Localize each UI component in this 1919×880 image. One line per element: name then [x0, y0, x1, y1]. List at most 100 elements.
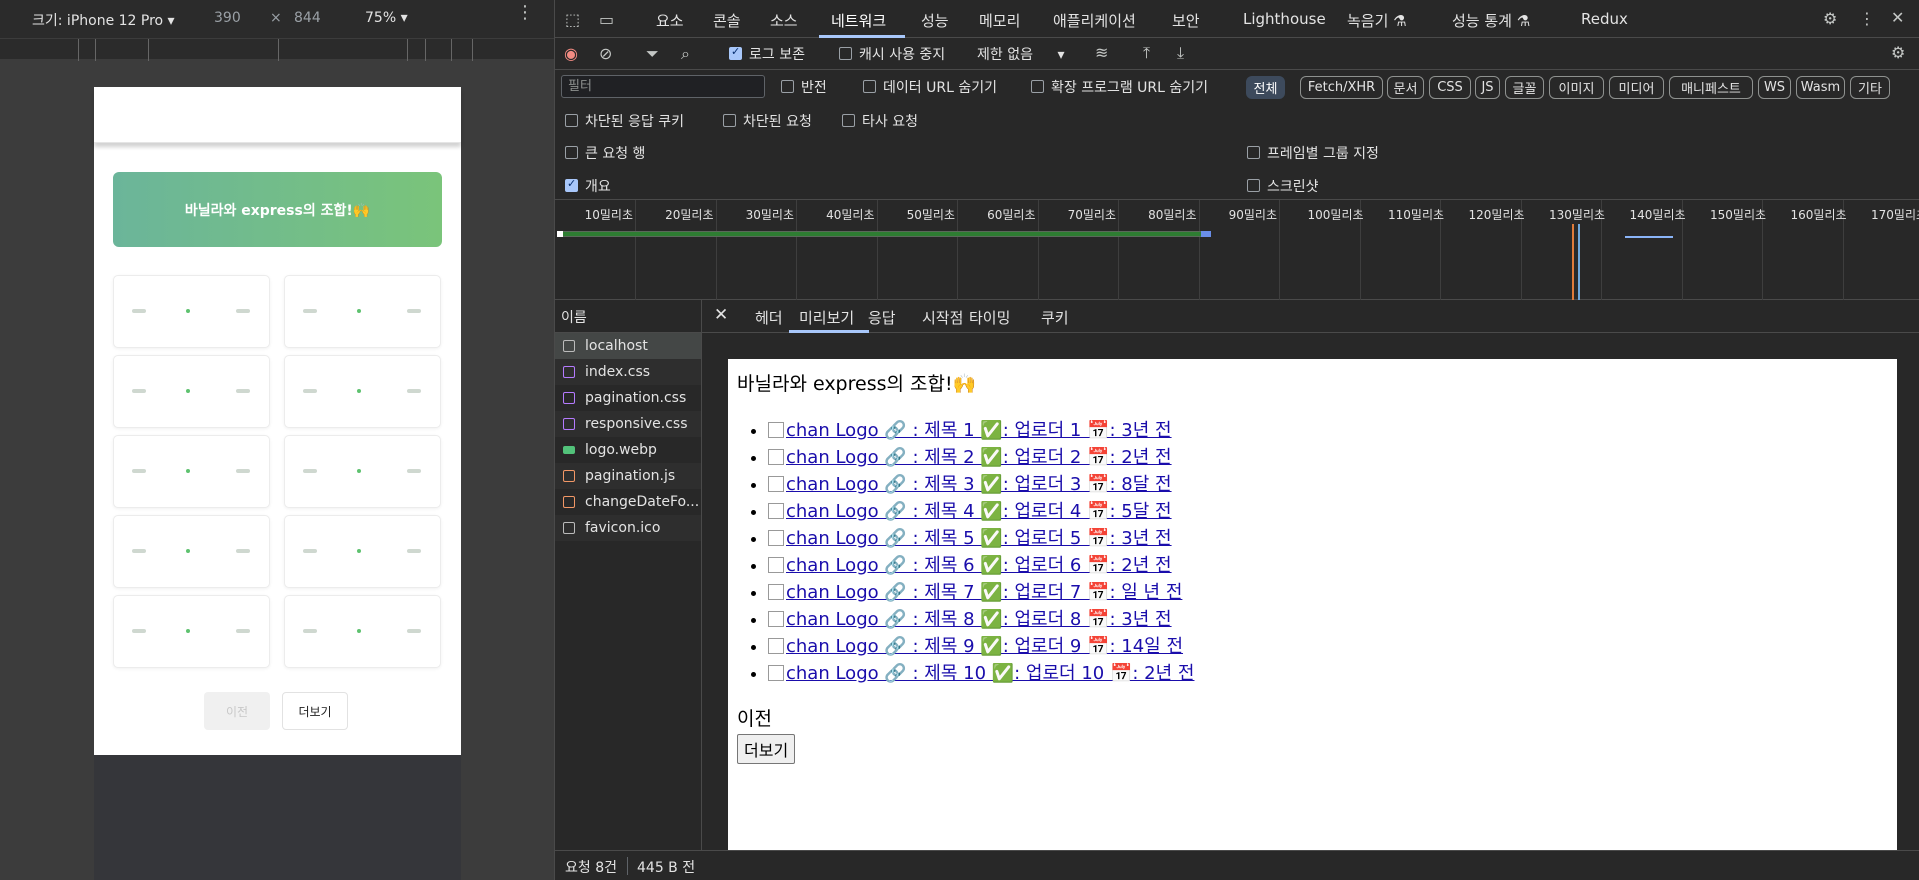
- device-more-options-icon[interactable]: ⋮: [516, 4, 534, 22]
- network-conditions-icon[interactable]: ≋: [1095, 43, 1108, 62]
- network-settings-icon[interactable]: ⚙: [1891, 43, 1905, 62]
- devtools-tab-7[interactable]: 보안: [1172, 10, 1200, 31]
- filter-input[interactable]: [561, 75, 765, 98]
- filter-chip-4[interactable]: JS: [1475, 76, 1500, 99]
- devtools-tab-0[interactable]: 요소: [656, 10, 684, 31]
- preview-item-link[interactable]: chan Logo 🔗 : 제목 4 ✅: 업로더 4 📅: 5달 전: [786, 501, 1172, 522]
- filter-chip-6[interactable]: 이미지: [1549, 76, 1604, 99]
- throttle-select[interactable]: 제한 없음 ▾: [977, 44, 1064, 64]
- close-detail-icon[interactable]: ✕: [714, 305, 728, 325]
- request-row[interactable]: responsive.css: [555, 411, 701, 437]
- request-row[interactable]: index.css: [555, 359, 701, 385]
- devtools-tab-bar: ⬚ ▭ 요소 콘솔 소스 네트워크 성능 메모리 애플리케이션 보안 Lighthouse 녹음기…: [555, 0, 1919, 38]
- mobile-item-card[interactable]: [284, 435, 441, 508]
- network-overview-timeline[interactable]: 10밀리초 20밀리초 30밀리초 40밀리초 50밀리초 60밀리초 70밀리초 80밀리초…: [555, 200, 1919, 300]
- devtools-tab-6[interactable]: 애플리케이션: [1053, 10, 1136, 31]
- name-column-header[interactable]: 이름: [555, 300, 701, 333]
- request-name: responsive.css: [585, 416, 688, 432]
- mobile-item-card[interactable]: [284, 595, 441, 668]
- zoom-select[interactable]: 75% ▾: [365, 10, 408, 26]
- invert-checkbox[interactable]: [781, 80, 794, 93]
- devtools-tab-3[interactable]: 네트워크: [831, 10, 886, 31]
- request-row[interactable]: logo.webp: [555, 437, 701, 463]
- request-row[interactable]: localhost: [555, 333, 701, 359]
- filter-chip-3[interactable]: CSS: [1429, 76, 1471, 99]
- big-rows-checkbox[interactable]: [565, 146, 578, 159]
- preview-item-link[interactable]: chan Logo 🔗 : 제목 9 ✅: 업로더 9 📅: 14일 전: [786, 636, 1183, 657]
- import-har-icon[interactable]: ⤒: [1143, 43, 1150, 63]
- devtools-menu-icon[interactable]: ⋮: [1859, 9, 1875, 28]
- request-row[interactable]: pagination.js: [555, 463, 701, 489]
- hide-data-url-checkbox[interactable]: [863, 80, 876, 93]
- preview-item-link[interactable]: chan Logo 🔗 : 제목 7 ✅: 업로더 7 📅: 일 년 전: [786, 582, 1182, 603]
- devtools-tab-9[interactable]: 녹음기 ⚗: [1347, 10, 1407, 31]
- card-meta-placeholder: [303, 309, 317, 313]
- group-by-frame-checkbox[interactable]: [1247, 146, 1260, 159]
- mobile-prev-button[interactable]: 이전: [204, 692, 270, 730]
- device-width-field[interactable]: 390: [214, 10, 241, 26]
- mobile-more-button[interactable]: 더보기: [282, 692, 348, 730]
- devtools-tab-10[interactable]: 성능 통계 ⚗: [1452, 10, 1530, 31]
- screenshots-checkbox[interactable]: [1247, 179, 1260, 192]
- mobile-item-card[interactable]: [284, 275, 441, 348]
- mobile-item-card[interactable]: [113, 435, 270, 508]
- request-row[interactable]: favicon.ico: [555, 515, 701, 541]
- overview-checkbox[interactable]: [565, 177, 578, 192]
- preview-item-link[interactable]: chan Logo 🔗 : 제목 2 ✅: 업로더 2 📅: 2년 전: [786, 447, 1172, 468]
- detail-tab-3[interactable]: 시작점: [922, 307, 963, 328]
- filter-chip-0[interactable]: 전체: [1246, 76, 1285, 99]
- preview-item-link[interactable]: chan Logo 🔗 : 제목 8 ✅: 업로더 8 📅: 3년 전: [786, 609, 1172, 630]
- filter-chip-9[interactable]: WS: [1758, 76, 1791, 99]
- blocked-requests-checkbox[interactable]: [723, 114, 736, 127]
- mobile-item-card[interactable]: [113, 355, 270, 428]
- filter-chip-1[interactable]: Fetch/XHR: [1300, 76, 1383, 99]
- mobile-item-card[interactable]: [113, 595, 270, 668]
- inspect-element-icon[interactable]: ⬚: [565, 10, 580, 29]
- third-party-checkbox[interactable]: [842, 114, 855, 127]
- detail-tab-2[interactable]: 응답: [868, 307, 896, 328]
- request-row[interactable]: pagination.css: [555, 385, 701, 411]
- preview-item-link[interactable]: chan Logo 🔗 : 제목 6 ✅: 업로더 6 📅: 2년 전: [786, 555, 1172, 576]
- device-toggle-icon[interactable]: ▭: [599, 10, 614, 29]
- filter-icon[interactable]: ⏷: [646, 44, 659, 64]
- preview-item-link[interactable]: chan Logo 🔗 : 제목 5 ✅: 업로더 5 📅: 3년 전: [786, 528, 1172, 549]
- filter-chip-11[interactable]: 기타: [1850, 76, 1890, 99]
- preview-item-link[interactable]: chan Logo 🔗 : 제목 3 ✅: 업로더 3 📅: 8달 전: [786, 474, 1172, 495]
- devtools-tab-11[interactable]: Redux: [1581, 10, 1628, 28]
- settings-gear-icon[interactable]: ⚙: [1823, 9, 1837, 28]
- mobile-item-card[interactable]: [284, 515, 441, 588]
- filter-chip-7[interactable]: 미디어: [1609, 76, 1664, 99]
- disable-cache-checkbox[interactable]: [839, 47, 852, 60]
- mobile-item-card[interactable]: [284, 355, 441, 428]
- close-devtools-icon[interactable]: ✕: [1891, 8, 1904, 27]
- devtools-tab-2[interactable]: 소스: [770, 10, 798, 31]
- filter-chip-5[interactable]: 글꼴: [1505, 76, 1544, 99]
- record-stop-icon[interactable]: ◉: [564, 44, 578, 63]
- device-select[interactable]: 크기: iPhone 12 Pro ▾: [32, 10, 175, 30]
- device-height-field[interactable]: 844: [294, 10, 321, 26]
- detail-tab-0[interactable]: 헤더: [755, 307, 783, 328]
- devtools-tab-4[interactable]: 성능: [921, 10, 949, 31]
- filter-chip-2[interactable]: 문서: [1387, 76, 1424, 99]
- filter-chip-10[interactable]: Wasm: [1796, 76, 1845, 99]
- detail-tab-4[interactable]: 타이밍: [969, 307, 1010, 328]
- preview-item-link[interactable]: chan Logo 🔗 : 제목 10 ✅: 업로더 10 📅: 2년 전: [786, 663, 1194, 684]
- export-har-icon[interactable]: ⤓: [1177, 43, 1184, 63]
- blocked-cookies-checkbox[interactable]: [565, 114, 578, 127]
- devtools-tab-5[interactable]: 메모리: [979, 10, 1020, 31]
- search-icon[interactable]: ⌕: [681, 44, 690, 64]
- devtools-tab-1[interactable]: 콘솔: [713, 10, 741, 31]
- devtools-tab-8[interactable]: Lighthouse: [1243, 10, 1326, 28]
- clear-icon[interactable]: ⊘: [599, 44, 612, 63]
- preserve-log-checkbox[interactable]: [729, 45, 742, 60]
- detail-tab-1[interactable]: 미리보기: [799, 307, 854, 328]
- preview-more-button[interactable]: 더보기: [737, 734, 796, 764]
- detail-tab-5[interactable]: 쿠키: [1041, 307, 1069, 328]
- filter-chip-8[interactable]: 매니페스트: [1669, 76, 1753, 99]
- hide-extension-url-checkbox[interactable]: [1031, 80, 1044, 93]
- preview-item-link[interactable]: chan Logo 🔗 : 제목 1 ✅: 업로더 1 📅: 3년 전: [786, 420, 1172, 441]
- preview-page-title: 바닐라와 express의 조합!🙌: [737, 373, 977, 395]
- mobile-item-card[interactable]: [113, 515, 270, 588]
- request-row[interactable]: changeDateFo...: [555, 489, 701, 515]
- mobile-item-card[interactable]: [113, 275, 270, 348]
